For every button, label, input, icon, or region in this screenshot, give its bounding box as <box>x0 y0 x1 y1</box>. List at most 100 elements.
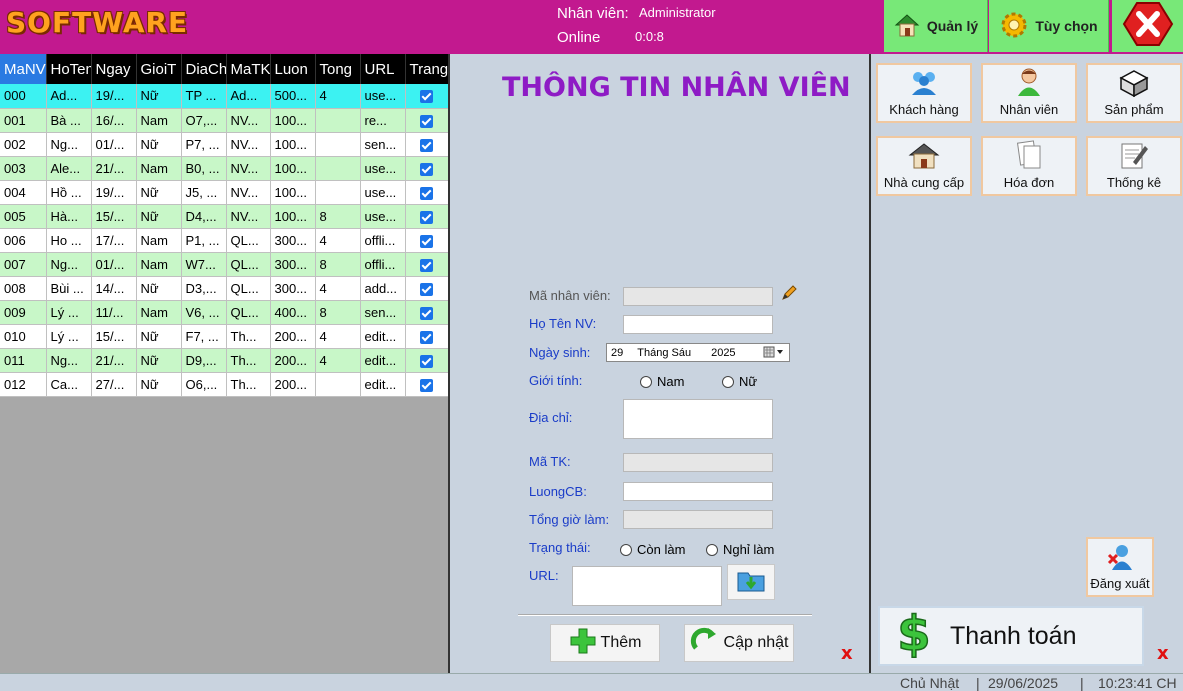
table-cell[interactable]: P1, ... <box>181 228 227 253</box>
ma-nv-field[interactable] <box>623 287 773 306</box>
table-cell[interactable]: 19/... <box>91 84 137 109</box>
table-cell[interactable]: Bà ... <box>46 108 92 133</box>
col-header[interactable]: GioiT <box>136 54 182 84</box>
table-cell[interactable]: Ng... <box>46 252 92 277</box>
table-cell[interactable]: Th... <box>226 372 271 397</box>
table-cell[interactable]: edit... <box>360 372 406 397</box>
table-cell[interactable]: Nữ <box>136 204 182 229</box>
table-cell[interactable]: O7,... <box>181 108 227 133</box>
status-checkbox-cell[interactable] <box>405 228 448 253</box>
table-cell[interactable]: QL... <box>226 300 271 325</box>
luong-field[interactable] <box>623 482 773 501</box>
status-checkbox-cell[interactable] <box>405 156 448 181</box>
table-cell[interactable]: 500... <box>270 84 316 109</box>
table-cell[interactable]: 01/... <box>91 252 137 277</box>
col-header[interactable]: URL <box>360 54 406 84</box>
form-close-icon[interactable]: x <box>841 643 853 664</box>
table-cell[interactable]: 010 <box>0 324 47 349</box>
col-header[interactable]: Ngay <box>91 54 137 84</box>
ho-ten-field[interactable] <box>623 315 773 334</box>
table-cell[interactable]: Hà... <box>46 204 92 229</box>
table-row[interactable]: 006 Ho ... 17/... Nam P1, ... QL... 300... 4 off… <box>0 228 448 253</box>
status-active-radio[interactable]: Còn làm <box>620 542 685 557</box>
table-cell[interactable]: Nữ <box>136 348 182 373</box>
table-cell[interactable]: offli... <box>360 228 406 253</box>
pay-button[interactable]: $ Thanh toán <box>878 605 1144 666</box>
table-cell[interactable]: 300... <box>270 228 316 253</box>
status-quit-radio[interactable]: Nghỉ làm <box>706 542 774 557</box>
tile-statistics[interactable]: Thống kê <box>1086 136 1182 196</box>
employee-grid[interactable]: MaNV HoTen Ngay GioiT DiaCh MaTK Luon To… <box>0 54 450 674</box>
table-cell[interactable]: V6, ... <box>181 300 227 325</box>
tile-employees[interactable]: Nhân viên <box>981 63 1077 123</box>
table-cell[interactable]: Ho ... <box>46 228 92 253</box>
tile-invoices[interactable]: Hóa đơn <box>981 136 1077 196</box>
table-cell[interactable]: NV... <box>226 180 271 205</box>
table-cell[interactable]: use... <box>360 84 406 109</box>
table-cell[interactable]: 000 <box>0 84 47 109</box>
table-cell[interactable]: Ad... <box>226 84 271 109</box>
table-cell[interactable]: 004 <box>0 180 47 205</box>
table-cell[interactable]: 21/... <box>91 156 137 181</box>
table-cell[interactable]: D3,... <box>181 276 227 301</box>
table-cell[interactable]: edit... <box>360 348 406 373</box>
tile-products[interactable]: Sản phẩm <box>1086 63 1182 123</box>
table-cell[interactable]: 005 <box>0 204 47 229</box>
table-cell[interactable]: 003 <box>0 156 47 181</box>
table-cell[interactable]: Nữ <box>136 276 182 301</box>
table-cell[interactable]: Th... <box>226 348 271 373</box>
table-cell[interactable]: 4 <box>315 84 361 109</box>
table-cell[interactable]: 16/... <box>91 108 137 133</box>
table-cell[interactable]: J5, ... <box>181 180 227 205</box>
logout-button[interactable]: Đăng xuất <box>1086 537 1154 597</box>
table-cell[interactable]: Lý ... <box>46 324 92 349</box>
table-row[interactable]: 012 Ca... 27/... Nữ O6,... Th... 200... edit... <box>0 372 448 397</box>
col-header[interactable]: DiaCh <box>181 54 227 84</box>
table-row[interactable]: 005 Hà... 15/... Nữ D4,... NV... 100... 8 use... <box>0 204 448 229</box>
table-cell[interactable]: QL... <box>226 228 271 253</box>
table-cell[interactable]: F7, ... <box>181 324 227 349</box>
col-header[interactable]: Trang <box>405 54 448 84</box>
table-cell[interactable]: Ng... <box>46 132 92 157</box>
table-cell[interactable]: 007 <box>0 252 47 277</box>
table-cell[interactable] <box>315 372 361 397</box>
table-cell[interactable]: 011 <box>0 348 47 373</box>
table-cell[interactable]: Nữ <box>136 84 182 109</box>
table-cell[interactable]: NV... <box>226 204 271 229</box>
table-cell[interactable]: QL... <box>226 276 271 301</box>
checkbox-checked-icon[interactable] <box>419 234 433 248</box>
table-cell[interactable]: Nữ <box>136 132 182 157</box>
close-app-button[interactable] <box>1112 0 1183 52</box>
gender-female-radio[interactable]: Nữ <box>722 374 757 389</box>
table-cell[interactable]: 11/... <box>91 300 137 325</box>
table-cell[interactable]: B0, ... <box>181 156 227 181</box>
checkbox-checked-icon[interactable] <box>419 306 433 320</box>
table-cell[interactable] <box>315 108 361 133</box>
table-cell[interactable]: Ng... <box>46 348 92 373</box>
add-button[interactable]: Thêm <box>550 624 660 662</box>
table-cell[interactable]: D9,... <box>181 348 227 373</box>
status-checkbox-cell[interactable] <box>405 204 448 229</box>
url-field[interactable] <box>572 566 722 606</box>
checkbox-checked-icon[interactable] <box>419 186 433 200</box>
table-cell[interactable]: 300... <box>270 252 316 277</box>
table-cell[interactable]: use... <box>360 204 406 229</box>
table-cell[interactable]: 01/... <box>91 132 137 157</box>
checkbox-checked-icon[interactable] <box>419 258 433 272</box>
table-cell[interactable]: Nam <box>136 228 182 253</box>
table-cell[interactable]: use... <box>360 156 406 181</box>
table-row[interactable]: 011 Ng... 21/... Nữ D9,... Th... 200... 4 edit..… <box>0 348 448 373</box>
checkbox-checked-icon[interactable] <box>419 114 433 128</box>
table-row[interactable]: 001 Bà ... 16/... Nam O7,... NV... 100... re... <box>0 108 448 133</box>
table-row[interactable]: 004 Hồ ... 19/... Nữ J5, ... NV... 100... use..… <box>0 180 448 205</box>
table-cell[interactable]: 4 <box>315 324 361 349</box>
status-checkbox-cell[interactable] <box>405 324 448 349</box>
status-checkbox-cell[interactable] <box>405 132 448 157</box>
birthdate-picker[interactable]: 29 Tháng Sáu 2025 <box>606 343 790 362</box>
table-row[interactable]: 002 Ng... 01/... Nữ P7, ... NV... 100... sen... <box>0 132 448 157</box>
table-cell[interactable]: 200... <box>270 348 316 373</box>
table-cell[interactable]: NV... <box>226 156 271 181</box>
table-cell[interactable]: 400... <box>270 300 316 325</box>
status-checkbox-cell[interactable] <box>405 276 448 301</box>
tong-gio-field[interactable] <box>623 510 773 529</box>
